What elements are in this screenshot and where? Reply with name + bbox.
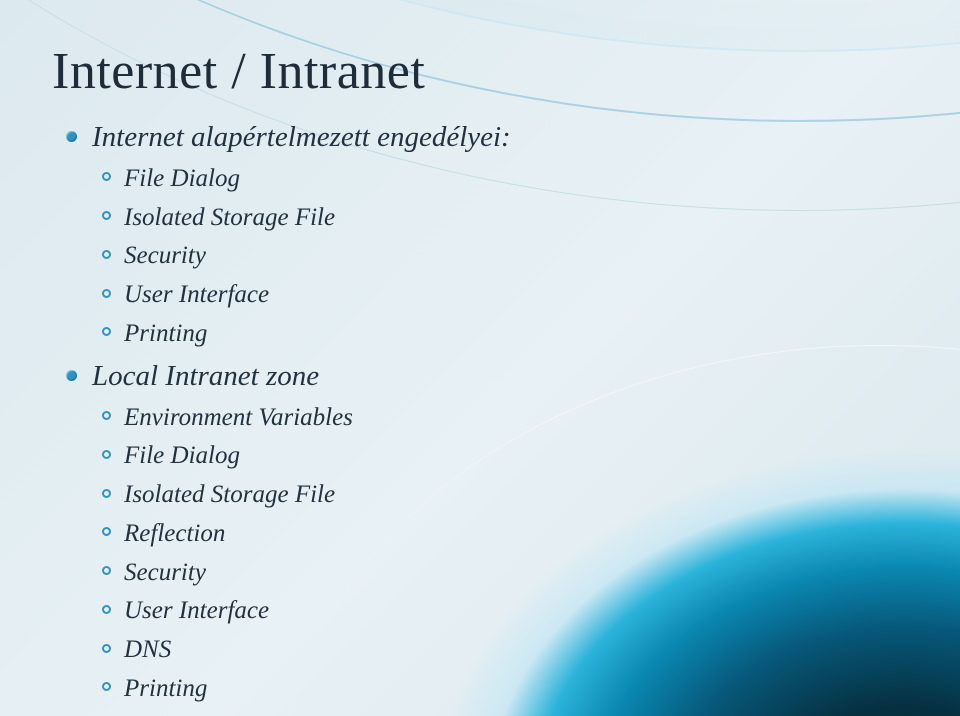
item-label: Reflection <box>124 520 225 547</box>
list-item: File Dialog <box>102 160 900 199</box>
slide-title: Internet / Intranet <box>52 42 900 101</box>
list-item: Security <box>102 237 900 276</box>
item-label: DNS <box>124 636 171 663</box>
section-internet: Internet alapértelmezett engedélyei: Fil… <box>66 115 900 354</box>
intranet-items: Environment Variables File Dialog Isolat… <box>102 399 900 709</box>
internet-items: File Dialog Isolated Storage File Securi… <box>102 160 900 354</box>
list-item: DNS <box>102 631 900 670</box>
list-item: Isolated Storage File <box>102 199 900 238</box>
item-label: File Dialog <box>124 165 240 192</box>
list-item: Environment Variables <box>102 399 900 438</box>
list-item: User Interface <box>102 592 900 631</box>
list-item: File Dialog <box>102 437 900 476</box>
list-item: Security <box>102 554 900 593</box>
section-heading: Internet alapértelmezett engedélyei: <box>92 121 511 153</box>
item-label: User Interface <box>124 281 269 308</box>
section-heading: Local Intranet zone <box>92 360 319 392</box>
list-item: Isolated Storage File <box>102 476 900 515</box>
content-area: Internet / Intranet Internet alapértelme… <box>0 0 960 709</box>
item-label: File Dialog <box>124 442 240 469</box>
list-item: Reflection <box>102 515 900 554</box>
list-item: Printing <box>102 670 900 709</box>
item-label: Printing <box>124 320 207 347</box>
item-label: Environment Variables <box>124 404 353 431</box>
section-intranet: Local Intranet zone Environment Variable… <box>66 354 900 709</box>
top-list: Internet alapértelmezett engedélyei: Fil… <box>66 115 900 709</box>
item-label: Security <box>124 559 206 586</box>
item-label: Printing <box>124 675 207 702</box>
item-label: Isolated Storage File <box>124 204 335 231</box>
item-label: Isolated Storage File <box>124 481 335 508</box>
list-item: User Interface <box>102 276 900 315</box>
list-item: Printing <box>102 315 900 354</box>
item-label: Security <box>124 242 206 269</box>
slide: Internet / Intranet Internet alapértelme… <box>0 0 960 716</box>
item-label: User Interface <box>124 597 269 624</box>
